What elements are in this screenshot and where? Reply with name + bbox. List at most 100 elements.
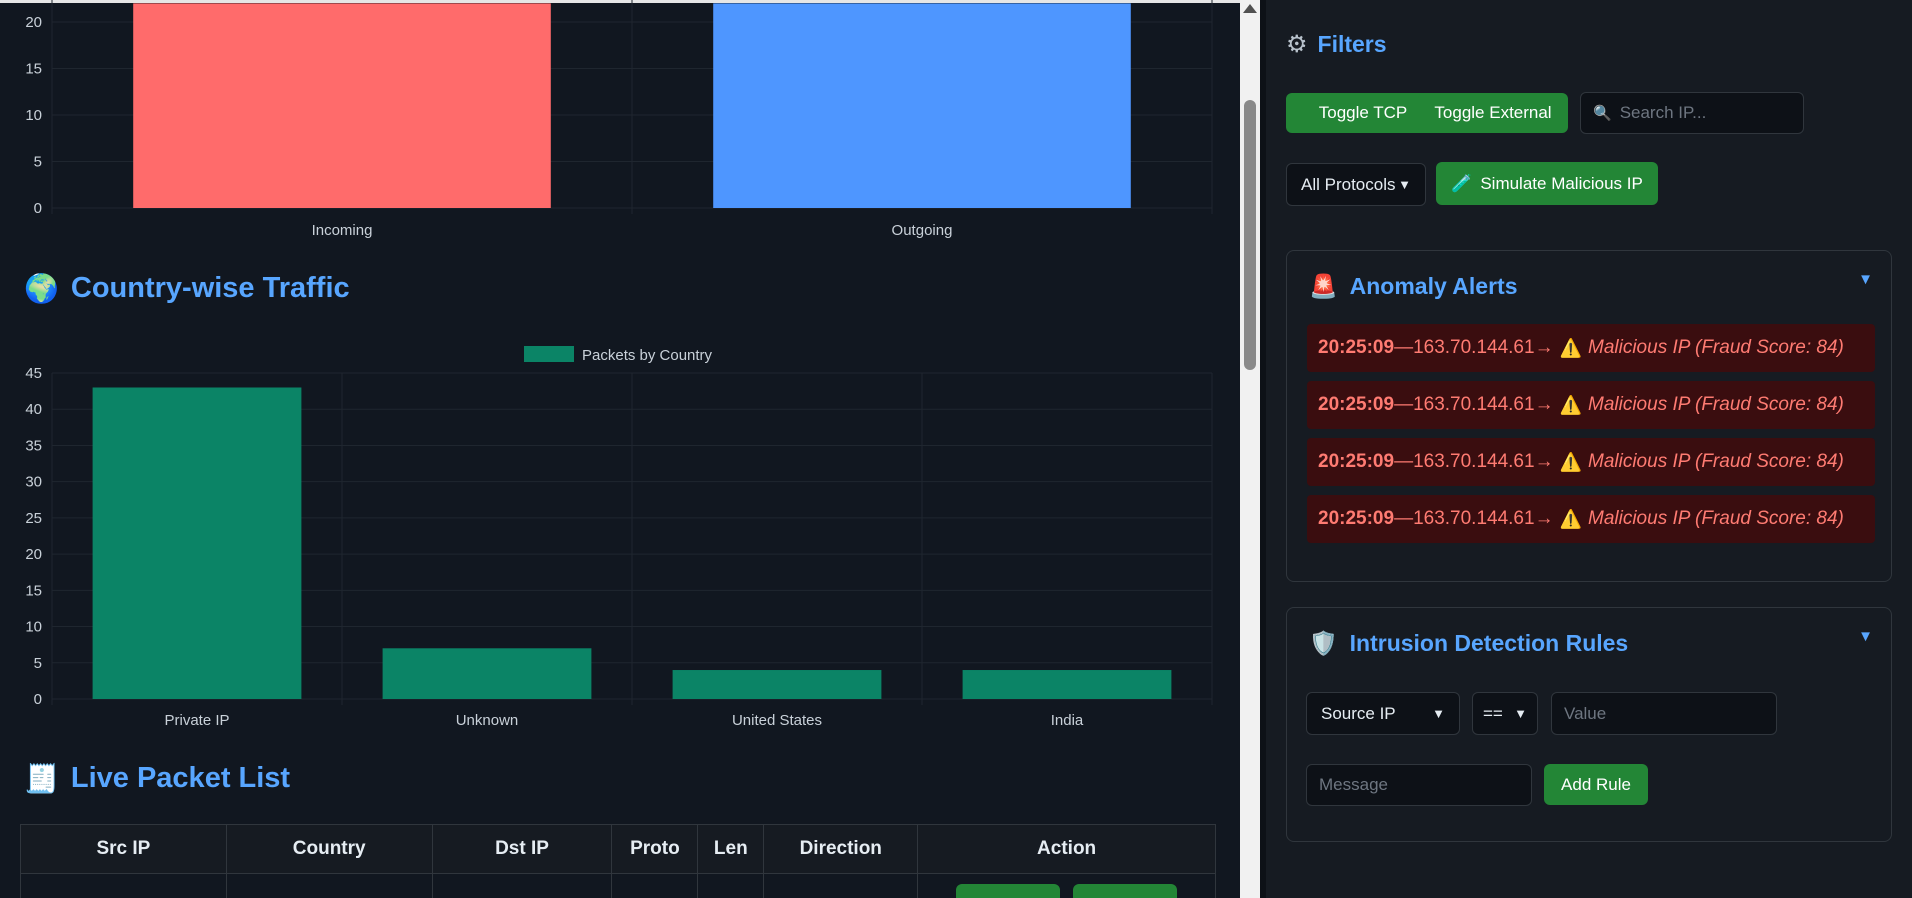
y-tick-label: 25 xyxy=(25,510,42,527)
y-tick-label: 20 xyxy=(25,546,42,563)
bar-united-states xyxy=(672,670,882,699)
alert-ip: 163.70.144.61 xyxy=(1413,508,1535,529)
alert-separator: — xyxy=(1394,337,1414,358)
legend-swatch xyxy=(524,346,574,362)
direction-chart: 0 5 10 15 20 Incoming Outgoing xyxy=(0,0,1240,245)
y-tick-label: 15 xyxy=(25,582,42,599)
scroll-thumb[interactable] xyxy=(1244,100,1256,370)
rules-collapse-toggle-icon[interactable]: ▼ xyxy=(1858,628,1873,645)
col-dst-ip: Dst IP xyxy=(431,824,613,874)
packet-table: Src IP Country Dst IP Proto Len Directio… xyxy=(20,824,1216,898)
simulate-label: Simulate Malicious IP xyxy=(1480,173,1643,193)
rule-field-value: Source IP xyxy=(1321,703,1396,723)
bar-incoming xyxy=(133,3,551,209)
anomaly-collapse-toggle-icon[interactable]: ▼ xyxy=(1858,271,1873,288)
table-cell xyxy=(697,873,765,898)
toggle-tcp-button[interactable]: Toggle TCP xyxy=(1286,93,1440,133)
alert-separator: — xyxy=(1394,451,1414,472)
x-tick-label: Unknown xyxy=(456,712,519,729)
filters-title: ⚙ Filters xyxy=(1286,30,1387,59)
country-chart: Packets by Country 0 5 10 15 20 25 30 35 40 45 Priv… xyxy=(0,330,1240,735)
alert-message: Malicious IP (Fraud Score: 84) xyxy=(1588,337,1844,358)
warning-icon: ⚠️ xyxy=(1559,451,1582,472)
add-rule-button[interactable]: Add Rule xyxy=(1544,764,1648,805)
x-tick-label: India xyxy=(1051,712,1084,729)
protocol-select-value: All Protocols xyxy=(1301,174,1396,194)
gear-icon: ⚙ xyxy=(1286,31,1308,58)
col-src-ip: Src IP xyxy=(20,824,227,874)
siren-icon: 🚨 xyxy=(1309,273,1338,299)
row-action-button[interactable] xyxy=(956,883,1061,898)
y-tick-label: 15 xyxy=(25,61,42,78)
col-country: Country xyxy=(225,824,433,874)
chevron-down-icon: ▼ xyxy=(1514,706,1527,721)
globe-icon: 🌍 xyxy=(24,273,59,304)
search-ip-input[interactable]: 🔍 Search IP... xyxy=(1580,92,1804,134)
main-scrollbar[interactable] xyxy=(1240,0,1260,898)
chevron-down-icon: ▼ xyxy=(1432,706,1445,721)
protocol-select[interactable]: All Protocols ▼ xyxy=(1286,163,1426,206)
anomaly-alerts-label: Anomaly Alerts xyxy=(1349,273,1518,299)
y-tick-label: 10 xyxy=(25,107,42,124)
alert-item: 20:25:09 — 163.70.144.61 → ⚠️ Malicious … xyxy=(1307,381,1875,429)
simulate-malicious-ip-button[interactable]: 🧪 Simulate Malicious IP xyxy=(1436,162,1658,205)
rule-field-select[interactable]: Source IP ▼ xyxy=(1306,692,1460,735)
receipt-icon: 🧾 xyxy=(24,763,59,794)
alert-time: 20:25:09 xyxy=(1318,451,1395,472)
x-tick-label: Incoming xyxy=(312,222,373,239)
alert-item: 20:25:09 — 163.70.144.61 → ⚠️ Malicious … xyxy=(1307,495,1875,543)
rule-operator-select[interactable]: == ▼ xyxy=(1472,692,1538,735)
table-cell xyxy=(763,873,919,898)
scroll-up-arrow-icon[interactable] xyxy=(1243,4,1257,13)
country-section-title: 🌍 Country-wise Traffic xyxy=(24,272,350,305)
y-tick-label: 30 xyxy=(25,474,42,491)
bar-private-ip xyxy=(92,387,302,699)
col-action: Action xyxy=(917,824,1216,874)
bar-unknown xyxy=(382,648,592,699)
alert-arrow: → xyxy=(1534,394,1554,415)
rule-value-placeholder: Value xyxy=(1564,703,1607,723)
warning-icon: ⚠️ xyxy=(1559,394,1582,415)
packet-table-header: Src IP Country Dst IP Proto Len Directio… xyxy=(20,824,1216,874)
row-action-button[interactable] xyxy=(1072,883,1177,898)
shield-icon: 🛡️ xyxy=(1309,630,1338,656)
bar-india xyxy=(962,670,1172,699)
anomaly-alerts-title: 🚨 Anomaly Alerts xyxy=(1309,273,1518,300)
x-tick-label: United States xyxy=(732,712,822,729)
alert-ip: 163.70.144.61 xyxy=(1413,394,1535,415)
alert-arrow: → xyxy=(1534,337,1554,358)
y-tick-label: 5 xyxy=(34,655,42,672)
intrusion-rules-card: 🛡️ Intrusion Detection Rules ▼ Source IP… xyxy=(1286,607,1892,842)
alert-separator: — xyxy=(1394,394,1414,415)
alert-item: 20:25:09 — 163.70.144.61 → ⚠️ Malicious … xyxy=(1307,324,1875,372)
warning-icon: ⚠️ xyxy=(1559,337,1582,358)
y-tick-label: 10 xyxy=(25,619,42,636)
y-tick-label: 35 xyxy=(25,437,42,454)
main-content: 0 5 10 15 20 Incoming Outgoing 🌍 Country-wise … xyxy=(0,0,1240,898)
sidebar-gutter xyxy=(1260,0,1266,898)
legend-label: Packets by Country xyxy=(582,347,713,364)
y-tick-label: 40 xyxy=(25,401,42,418)
packet-section-label: Live Packet List xyxy=(70,762,291,794)
bar-outgoing xyxy=(713,3,1131,209)
warning-icon: ⚠️ xyxy=(1559,508,1582,529)
alert-item: 20:25:09 — 163.70.144.61 → ⚠️ Malicious … xyxy=(1307,438,1875,486)
search-placeholder: Search IP... xyxy=(1619,103,1707,122)
alert-message: Malicious IP (Fraud Score: 84) xyxy=(1588,451,1844,472)
y-tick-label: 20 xyxy=(25,14,42,31)
table-cell xyxy=(611,873,699,898)
toggle-external-button[interactable]: Toggle External xyxy=(1418,93,1568,133)
col-len: Len xyxy=(697,824,765,874)
filters-label: Filters xyxy=(1317,31,1387,57)
table-cell xyxy=(20,873,227,898)
y-tick-label: 5 xyxy=(34,154,42,171)
alert-time: 20:25:09 xyxy=(1318,337,1395,358)
rule-value-input[interactable]: Value xyxy=(1551,692,1777,735)
action-cell xyxy=(917,873,1216,898)
table-cell xyxy=(431,873,613,898)
country-section-label: Country-wise Traffic xyxy=(70,272,350,304)
search-icon: 🔍 xyxy=(1593,105,1612,122)
rule-message-input[interactable]: Message xyxy=(1306,764,1532,806)
alert-message: Malicious IP (Fraud Score: 84) xyxy=(1588,394,1844,415)
alert-time: 20:25:09 xyxy=(1318,394,1395,415)
